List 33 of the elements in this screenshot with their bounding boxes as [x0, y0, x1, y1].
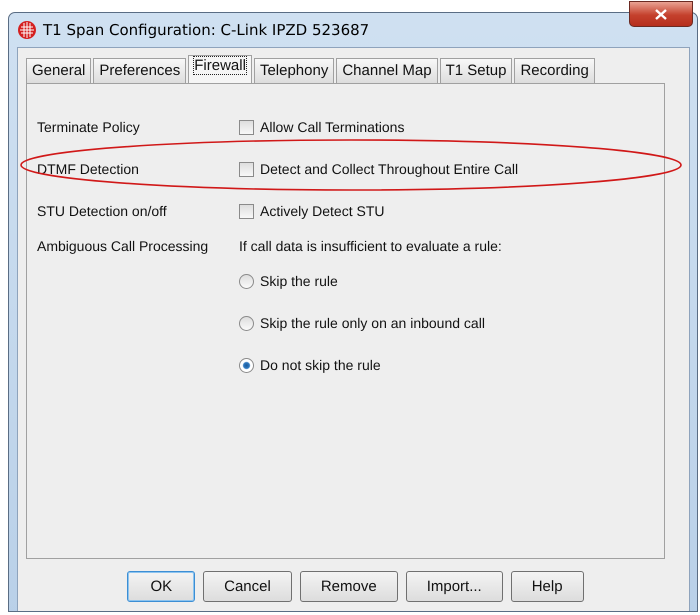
tab[interactable]: Telephony [254, 58, 334, 83]
dialog-button[interactable]: OK [127, 571, 196, 602]
dialog-button[interactable]: Remove [300, 571, 398, 602]
radio-button[interactable] [239, 358, 254, 372]
checkbox-label: Allow Call Terminations [260, 119, 404, 135]
prompt-text: If call data is insufficient to evaluate a rule: [239, 237, 503, 256]
checkbox[interactable] [239, 204, 254, 218]
dialog-button[interactable]: Cancel [203, 571, 292, 602]
tab[interactable]: Recording [514, 58, 595, 83]
dialog-button[interactable]: Import... [406, 571, 503, 602]
tab[interactable]: Channel Map [336, 58, 438, 83]
setting-label: Ambiguous Call Processing [37, 237, 210, 256]
radio-label: Skip the rule [260, 273, 338, 289]
checkbox-label: Detect and Collect Throughout Entire Call [260, 161, 518, 177]
close-button[interactable] [629, 1, 693, 27]
checkbox[interactable] [239, 162, 254, 176]
checkbox-label: Actively Detect STU [260, 203, 384, 219]
radio-button[interactable] [239, 274, 254, 288]
dialog-button[interactable]: Help [510, 571, 584, 602]
setting-label: Terminate Policy [37, 118, 141, 137]
radio-label: Skip the rule only on an inbound call [260, 315, 485, 331]
tab[interactable]: General [26, 58, 92, 83]
checkbox[interactable] [239, 120, 254, 134]
radio-button[interactable] [239, 316, 254, 330]
app-icon [17, 20, 37, 40]
close-icon [655, 8, 667, 20]
radio-label: Do not skip the rule [260, 357, 381, 373]
window-title: T1 Span Configuration: C-Link IPZD 523687 [43, 21, 370, 39]
tab[interactable]: Firewall [188, 55, 252, 83]
tab[interactable]: Preferences [93, 58, 186, 83]
setting-label: DTMF Detection [37, 160, 140, 179]
setting-label: STU Detection on/off [37, 202, 168, 221]
tab[interactable]: T1 Setup [440, 58, 512, 83]
